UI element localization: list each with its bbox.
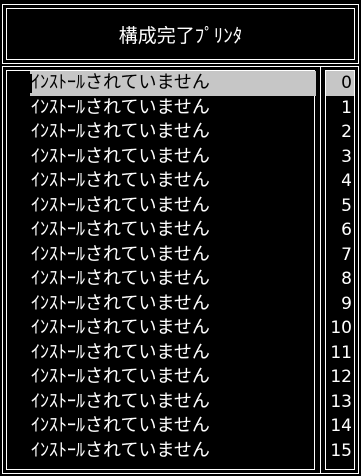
list-item[interactable]: ｲﾝｽﾄｰﾙされていません	[30, 292, 316, 317]
window-title: 構成完了ﾌﾟﾘﾝﾀ	[118, 24, 243, 47]
list-item[interactable]: ｲﾝｽﾄｰﾙされていません	[30, 218, 316, 243]
number-column: 0 1 2 3 4 5 6 7 8 9 10 11 12 13 14 15	[326, 71, 354, 463]
list-item[interactable]: ｲﾝｽﾄｰﾙされていません	[30, 96, 316, 121]
list-item[interactable]: ｲﾝｽﾄｰﾙされていません	[30, 316, 316, 341]
list-item[interactable]: ｲﾝｽﾄｰﾙされていません	[30, 194, 316, 219]
list-item[interactable]: ｲﾝｽﾄｰﾙされていません	[30, 390, 316, 415]
item-number[interactable]: 15	[326, 439, 354, 464]
list-item[interactable]: ｲﾝｽﾄｰﾙされていません	[30, 169, 316, 194]
item-number[interactable]: 7	[326, 243, 354, 268]
list-item[interactable]: ｲﾝｽﾄｰﾙされていません	[30, 365, 316, 390]
list-item[interactable]: ｲﾝｽﾄｰﾙされていません	[30, 71, 316, 96]
text-cursor	[30, 74, 32, 93]
list-item[interactable]: ｲﾝｽﾄｰﾙされていません	[30, 145, 316, 170]
item-number[interactable]: 3	[326, 145, 354, 170]
item-number[interactable]: 8	[326, 267, 354, 292]
item-number[interactable]: 2	[326, 120, 354, 145]
item-number[interactable]: 1	[326, 96, 354, 121]
item-number[interactable]: 13	[326, 390, 354, 415]
printer-list: ｲﾝｽﾄｰﾙされていません ｲﾝｽﾄｰﾙされていません ｲﾝｽﾄｰﾙされていませ…	[30, 71, 316, 463]
item-number[interactable]: 11	[326, 341, 354, 366]
list-item[interactable]: ｲﾝｽﾄｰﾙされていません	[30, 243, 316, 268]
list-item[interactable]: ｲﾝｽﾄｰﾙされていません	[30, 267, 316, 292]
column-divider	[320, 66, 321, 474]
item-number[interactable]: 6	[326, 218, 354, 243]
item-number[interactable]: 9	[326, 292, 354, 317]
item-number[interactable]: 0	[326, 71, 354, 96]
list-item[interactable]: ｲﾝｽﾄｰﾙされていません	[30, 439, 316, 464]
list-item[interactable]: ｲﾝｽﾄｰﾙされていません	[30, 120, 316, 145]
item-number[interactable]: 10	[326, 316, 354, 341]
item-number[interactable]: 4	[326, 169, 354, 194]
item-number[interactable]: 12	[326, 365, 354, 390]
list-item[interactable]: ｲﾝｽﾄｰﾙされていません	[30, 341, 316, 366]
list-item[interactable]: ｲﾝｽﾄｰﾙされていません	[30, 414, 316, 439]
item-number[interactable]: 14	[326, 414, 354, 439]
item-number[interactable]: 5	[326, 194, 354, 219]
